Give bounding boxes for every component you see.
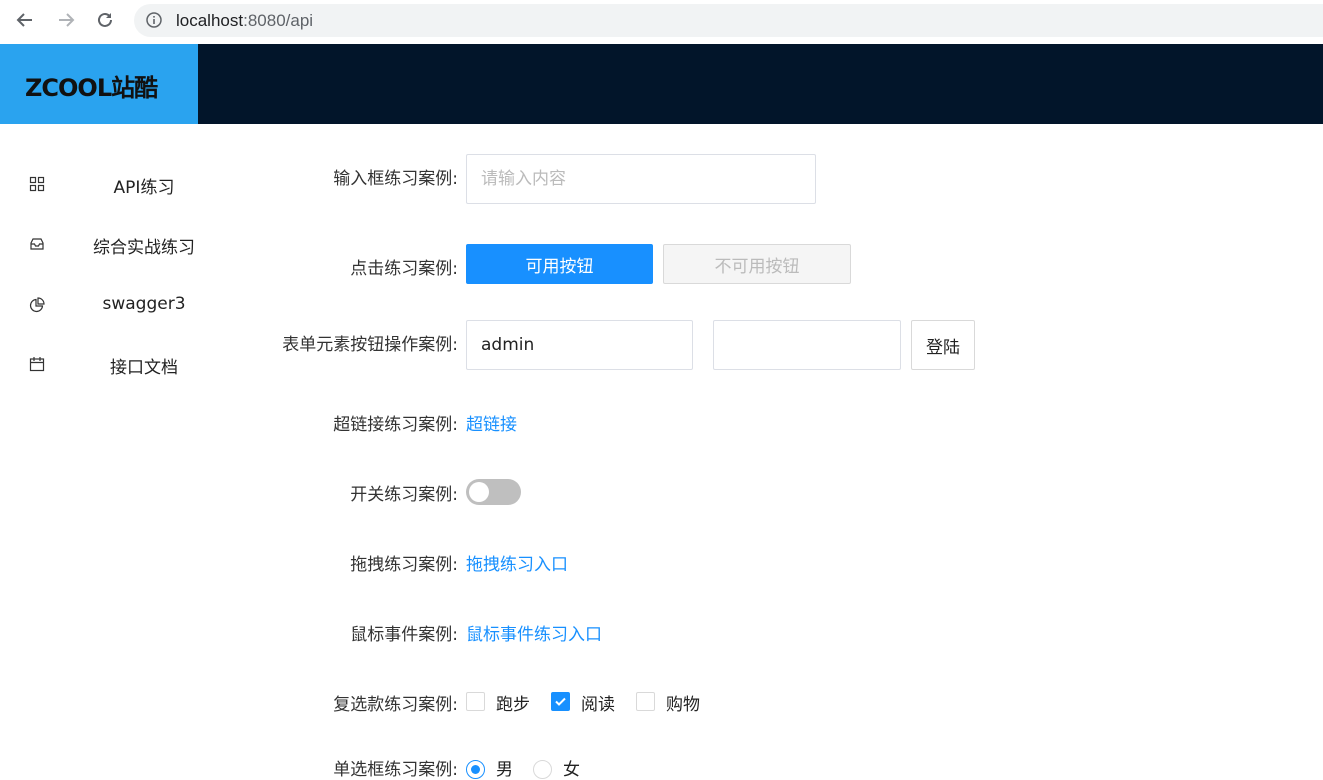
- switch-knob: [469, 482, 489, 502]
- checkbox-running[interactable]: [466, 692, 485, 711]
- reload-icon: [98, 12, 112, 27]
- radio-male[interactable]: [466, 760, 485, 779]
- address-bar[interactable]: localhost:8080/api: [134, 4, 1323, 37]
- url-text: localhost:8080/api: [176, 11, 313, 31]
- forward-button[interactable]: [53, 7, 79, 33]
- form-practice-label: 表单元素按钮操作案例:: [282, 335, 458, 355]
- checkbox-label[interactable]: 跑步: [496, 690, 530, 715]
- sidebar-item-label: swagger3: [102, 294, 186, 314]
- checkbox-reading[interactable]: [551, 692, 570, 711]
- check-icon: [555, 697, 566, 706]
- checkbox-shopping[interactable]: [636, 692, 655, 711]
- sidebar-item-label: API练习: [113, 178, 175, 198]
- toggle-switch[interactable]: [466, 479, 521, 505]
- input-practice-label: 输入框练习案例:: [333, 169, 458, 189]
- app-header: ZCOOL站酷: [0, 44, 1323, 124]
- back-button[interactable]: [12, 7, 38, 33]
- checkbox-label[interactable]: 阅读: [581, 690, 615, 715]
- info-icon[interactable]: [146, 12, 162, 28]
- mouse-practice-label: 鼠标事件案例:: [350, 625, 458, 645]
- login-button[interactable]: 登陆: [911, 320, 975, 370]
- arrow-right-icon: [59, 13, 75, 27]
- url-path: :8080/api: [243, 11, 314, 30]
- sidebar-item-practice[interactable]: 综合实战练习: [0, 224, 250, 264]
- calendar-icon: [29, 357, 45, 372]
- username-input[interactable]: [466, 320, 693, 370]
- arrow-left-icon: [16, 13, 32, 27]
- sidebar-item-api[interactable]: API练习: [0, 164, 250, 204]
- hyperlink[interactable]: 超链接: [466, 410, 517, 435]
- password-input[interactable]: [713, 320, 901, 370]
- reload-button[interactable]: [92, 7, 118, 33]
- grid-icon: [29, 176, 45, 192]
- browser-toolbar: localhost:8080/api: [0, 0, 1323, 44]
- pie-chart-icon: [29, 297, 45, 313]
- sidebar-item-docs[interactable]: 接口文档: [0, 344, 250, 384]
- sidebar-item-swagger[interactable]: swagger3: [0, 285, 250, 325]
- logo: ZCOOL站酷: [25, 74, 158, 102]
- inbox-icon: [30, 238, 44, 250]
- mouse-entry-link[interactable]: 鼠标事件练习入口: [466, 620, 602, 645]
- url-host: localhost: [176, 11, 244, 30]
- drag-practice-label: 拖拽练习案例:: [350, 555, 458, 575]
- enabled-button[interactable]: 可用按钮: [466, 244, 653, 284]
- sidebar-item-label: 接口文档: [110, 358, 178, 378]
- text-input[interactable]: [466, 154, 816, 204]
- radio-female[interactable]: [533, 760, 552, 779]
- link-practice-label: 超链接练习案例:: [333, 415, 458, 435]
- checkbox-practice-label: 复选款练习案例:: [333, 695, 458, 715]
- sidebar-item-label: 综合实战练习: [93, 238, 195, 258]
- logo-area[interactable]: ZCOOL站酷: [0, 44, 198, 124]
- switch-practice-label: 开关练习案例:: [350, 485, 458, 505]
- checkbox-label[interactable]: 购物: [666, 690, 700, 715]
- click-practice-label: 点击练习案例:: [350, 259, 458, 279]
- drag-entry-link[interactable]: 拖拽练习入口: [466, 550, 568, 575]
- disabled-button: 不可用按钮: [663, 244, 851, 284]
